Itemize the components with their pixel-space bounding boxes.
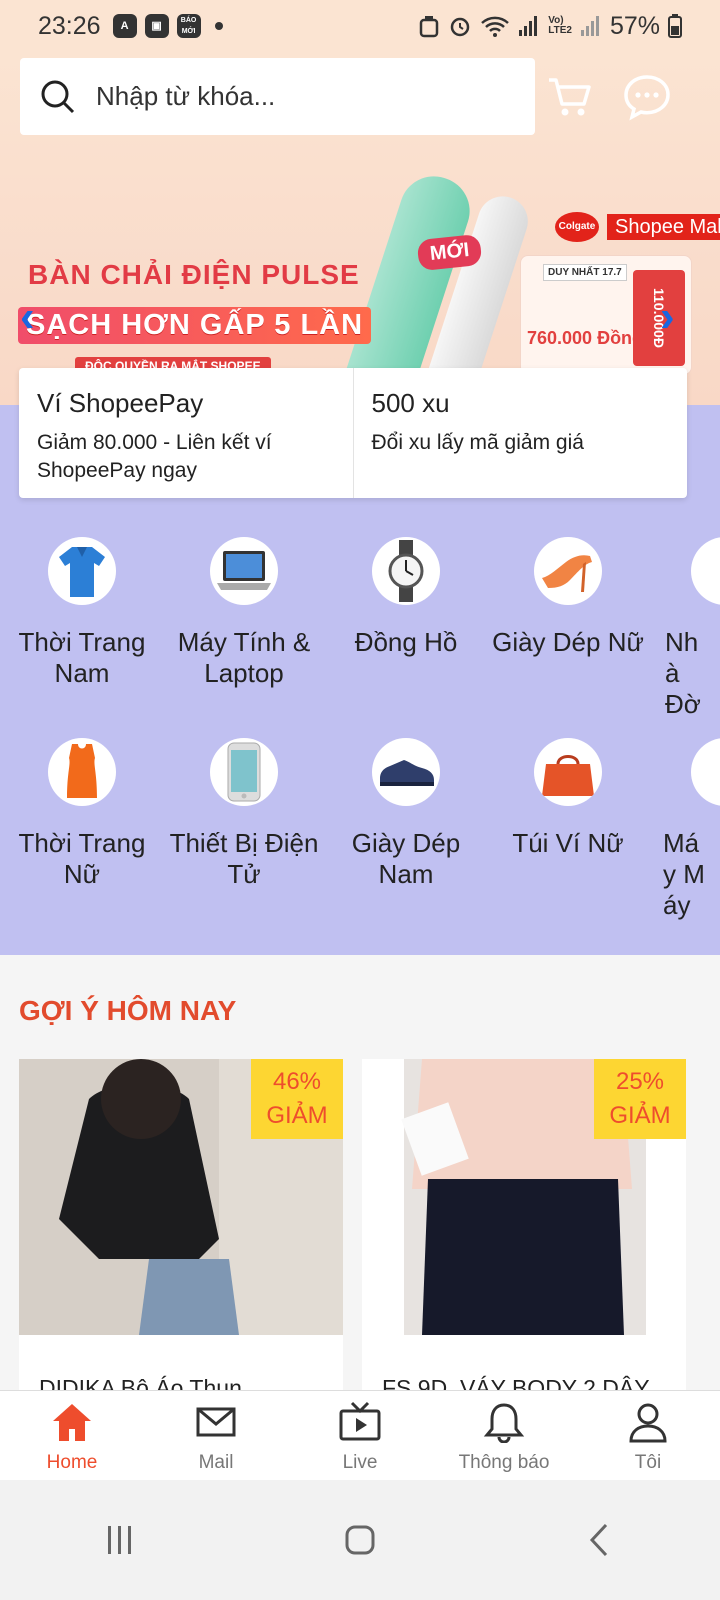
banner-prev-arrow[interactable]: ‹ [20,292,35,342]
tab-home[interactable]: Home [0,1391,144,1480]
colgate-logo: Colgate [555,212,599,242]
discount-percent: 46% [272,1068,322,1095]
category-label: Thiết Bị Điện Tử [169,828,319,889]
tab-me[interactable]: Tôi [576,1391,720,1480]
category-giay-dep-nu[interactable]: Giày Dép Nữ [487,537,649,658]
product-card[interactable]: 46% GIẢM DIDIKA Bộ Áo Thun [19,1059,343,1401]
category-label: Thời Trang Nam [18,627,146,688]
tab-label: Tôi [634,1452,662,1473]
handbag-icon [534,738,602,806]
category-label: Máy Tính & Laptop [177,627,311,688]
category-dong-ho[interactable]: Đồng Hồ [325,537,487,658]
app-notification-icon: A [112,14,137,38]
live-tv-icon [339,1401,381,1441]
search-bar[interactable]: Nhập từ khóa... [20,58,535,135]
more-notifications-dot [214,22,223,30]
banner-next-arrow[interactable]: › [660,292,675,342]
signal-icon [519,16,538,36]
discount-label: GIẢM [266,1102,328,1129]
laptop-icon [210,537,278,605]
category-may-tinh-laptop[interactable]: Máy Tính & Laptop [163,537,325,689]
status-indicators: Vo) LTE2 57% [418,12,682,41]
wifi-icon [481,16,510,37]
category-tui-vi-nu[interactable]: Túi Ví Nữ [487,738,649,859]
category-thoi-trang-nu[interactable]: Thời Trang Nữ [1,738,163,890]
voucher-tag: 110.000Đ [633,270,685,366]
tab-mail[interactable]: Mail [144,1391,288,1480]
shopeepay-title: Ví ShopeePay [37,388,204,418]
tank-top-icon [48,738,116,806]
alarm-icon [450,17,470,37]
status-time: 23:26 [38,11,101,40]
brand-bar: Colgate Shopee Mall [555,212,720,242]
system-nav-bar [0,1480,720,1600]
men-shoe-icon [372,738,440,806]
discount-badge: 25% GIẢM [594,1059,686,1139]
bottom-tab-bar: Home Mail Live Thông báo Tôi [0,1390,720,1480]
category-label: Nhà Đờ [665,627,701,719]
tab-notifications[interactable]: Thông báo [432,1391,576,1480]
banner-subheadline: SẠCH HƠN GẤP 5 LẦN [18,307,372,344]
back-icon[interactable] [580,1520,620,1560]
category-partial-2[interactable]: Máy Máy [649,738,720,921]
home-header: Nhập từ khóa... MỚI Colgate Shopee Mall … [0,52,720,427]
partial-category-icon [691,537,720,605]
battery-percent: 57% [609,11,660,40]
home-button-icon[interactable] [340,1520,380,1560]
gallery-notification-icon: ▣ [144,14,169,38]
discount-label: GIẢM [609,1102,671,1129]
tab-live[interactable]: Live [288,1391,432,1480]
shopeepay-promo[interactable]: Ví ShopeePay Giảm 80.000 - Liên kết ví S… [19,368,353,498]
coins-promo[interactable]: 500 xu Đổi xu lấy mã giảm giá [352,368,688,498]
category-label: Giày Dép Nữ [492,627,644,657]
chat-icon[interactable] [622,72,672,122]
tab-label: Mail [198,1452,234,1473]
phone-icon [210,738,278,806]
search-icon [41,80,75,113]
recycle-icon [419,16,439,38]
wallet-card: Ví ShopeePay Giảm 80.000 - Liên kết ví S… [19,368,687,498]
category-thoi-trang-nam[interactable]: Thời Trang Nam [1,537,163,689]
bell-icon [483,1403,525,1444]
coins-subtitle: Đổi xu lấy mã giảm giá [371,431,584,454]
tab-label: Home [46,1452,98,1473]
polo-shirt-icon [48,537,116,605]
home-icon [53,1404,91,1441]
heels-icon [534,537,602,605]
mail-icon [196,1407,236,1437]
status-bar: 23:26 A ▣ BÁO MỚI Vo) LTE2 57% [0,0,720,52]
cart-icon[interactable] [545,72,595,122]
category-thiet-bi-dien-tu[interactable]: Thiết Bị Điện Tử [163,738,325,890]
category-label: Máy Máy [663,828,705,920]
section-title-goi-y: GỢI Ý HÔM NAY [19,995,237,1026]
coins-title: 500 xu [371,388,450,418]
product-card[interactable]: 25% GIẢM FS.9D. VÁY BODY 2 DÂY [362,1059,686,1401]
discount-percent: 25% [615,1068,665,1095]
tab-label: Thông báo [458,1452,550,1473]
watch-icon [372,537,440,605]
discount-badge: 46% GIẢM [251,1059,343,1139]
category-label: Đồng Hồ [354,627,458,657]
category-label: Túi Ví Nữ [512,828,624,858]
recent-apps-icon[interactable] [100,1520,140,1560]
promo-date-label: DUY NHẤT 17.7 [543,264,627,281]
banner-headline: BÀN CHẢI ĐIỆN PULSE [28,259,360,290]
search-placeholder: Nhập từ khóa... [96,81,276,111]
user-icon [629,1403,667,1443]
volte-icon: Vo) LTE2 [548,15,572,36]
category-partial-1[interactable]: Nhà Đờ [649,537,720,720]
promo-price: 760.000 Đồng [527,328,644,348]
shopee-mall-badge: Shopee Mall [607,214,720,240]
category-label: Giày Dép Nam [351,828,461,889]
baomoi-notification-icon: BÁO MỚI [176,14,201,38]
battery-icon [668,14,682,38]
category-label: Thời Trang Nữ [18,828,146,889]
signal2-icon [580,16,599,36]
category-giay-dep-nam[interactable]: Giày Dép Nam [325,738,487,890]
tab-label: Live [342,1452,378,1473]
partial-category-icon [691,738,720,806]
shopeepay-subtitle: Giảm 80.000 - Liên kết ví ShopeePay ngay [37,431,272,482]
